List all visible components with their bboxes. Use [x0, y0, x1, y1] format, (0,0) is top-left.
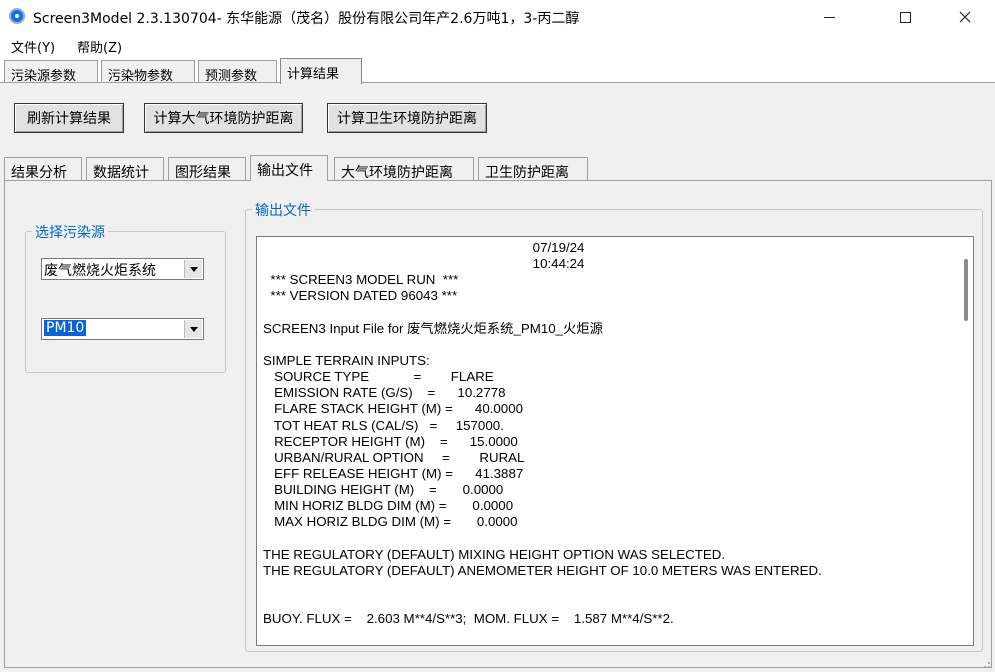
chevron-down-icon[interactable] [184, 320, 202, 338]
close-icon [959, 11, 971, 23]
maximize-icon [899, 11, 911, 23]
tab-prediction-params[interactable]: 预测参数 [198, 60, 277, 84]
output-line: SIMPLE TERRAIN INPUTS: [263, 352, 430, 368]
source-select-legend: 选择污染源 [32, 222, 108, 242]
pollution-source-select[interactable]: 废气燃烧火炬系统 [41, 258, 204, 280]
output-text-content: 07/19/24 10:44:24 *** SCREEN3 MODEL RUN … [263, 240, 822, 627]
tab-air-protection-distance[interactable]: 大气环境防护距离 [334, 157, 474, 181]
refresh-results-button[interactable]: 刷新计算结果 [14, 103, 124, 133]
output-line: EMISSION RATE (G/S) = 10.2778 [263, 385, 506, 401]
minimize-button[interactable] [806, 0, 852, 34]
output-line: *** SCREEN3 MODEL RUN *** [263, 272, 459, 288]
output-text-area[interactable]: 07/19/24 10:44:24 *** SCREEN3 MODEL RUN … [256, 236, 974, 646]
output-line: SCREEN3 Input File for 废气燃烧火炬系统_PM10_火炬源 [263, 320, 603, 336]
calc-health-protection-distance-button[interactable]: 计算卫生环境防护距离 [327, 103, 487, 133]
scrollbar-thumb[interactable] [964, 259, 968, 321]
pollutant-select[interactable]: PM10 [41, 318, 204, 340]
output-line: 10:44:24 [263, 256, 585, 272]
menu-file[interactable]: 文件(Y) [11, 37, 55, 56]
output-file-legend: 输出文件 [252, 200, 314, 220]
output-file-panel: 选择污染源 废气燃烧火炬系统 PM10 输出文件 07/19/24 10:44:… [4, 180, 992, 668]
output-line: 07/19/24 [263, 240, 585, 255]
output-line: MAX HORIZ BLDG DIM (M) = 0.0000 [263, 514, 518, 530]
source-select-group: 选择污染源 废气燃烧火炬系统 PM10 [25, 222, 226, 373]
tab-pollution-source-params[interactable]: 污染源参数 [4, 60, 98, 84]
output-line: EFF RELEASE HEIGHT (M) = 41.3887 [263, 465, 524, 481]
tab-graph-results[interactable]: 图形结果 [168, 157, 246, 181]
pollutant-value: PM10 [44, 320, 87, 336]
results-tab-strip: 结果分析 数据统计 图形结果 输出文件 大气环境防护距离 卫生防护距离 [4, 155, 992, 181]
tab-output-file[interactable]: 输出文件 [250, 155, 328, 181]
tab-calc-results[interactable]: 计算结果 [280, 58, 362, 84]
output-line: FLARE STACK HEIGHT (M) = 40.0000 [263, 401, 523, 417]
vertical-scrollbar[interactable] [959, 237, 973, 645]
tab-data-statistics[interactable]: 数据统计 [86, 157, 164, 181]
output-line: THE REGULATORY (DEFAULT) MIXING HEIGHT O… [263, 546, 726, 562]
minimize-icon [823, 16, 835, 18]
output-line: *** VERSION DATED 96043 *** [263, 288, 458, 304]
menu-bar: 文件(Y) 帮助(Z) [0, 34, 995, 56]
tab-result-analysis[interactable]: 结果分析 [4, 157, 82, 181]
pollution-source-value: 废气燃烧火炬系统 [44, 263, 156, 279]
output-line: BUOY. FLUX = 2.603 M**4/S**3; MOM. FLUX … [263, 611, 674, 627]
title-bar: Screen3Model 2.3.130704- 东华能源（茂名）股份有限公司年… [0, 0, 995, 34]
tab-health-protection-distance[interactable]: 卫生防护距离 [478, 157, 588, 181]
window-title: Screen3Model 2.3.130704- 东华能源（茂名）股份有限公司年… [33, 11, 580, 27]
menu-help[interactable]: 帮助(Z) [77, 37, 122, 56]
output-line: RECEPTOR HEIGHT (M) = 15.0000 [263, 433, 518, 449]
resize-grip-icon[interactable] [978, 656, 992, 670]
output-line: MIN HORIZ BLDG DIM (M) = 0.0000 [263, 498, 514, 514]
calc-air-protection-distance-button[interactable]: 计算大气环境防护距离 [144, 103, 303, 133]
chevron-down-icon[interactable] [184, 260, 202, 278]
output-line: URBAN/RURAL OPTION = RURAL [263, 449, 525, 465]
output-line: BUILDING HEIGHT (M) = 0.0000 [263, 482, 504, 498]
maximize-button[interactable] [882, 0, 928, 34]
close-button[interactable] [942, 0, 988, 34]
output-line: SOURCE TYPE = FLARE [263, 369, 494, 385]
tab-pollutant-params[interactable]: 污染物参数 [101, 60, 195, 84]
output-line: THE REGULATORY (DEFAULT) ANEMOMETER HEIG… [263, 562, 822, 578]
main-tab-strip: 污染源参数 污染物参数 预测参数 计算结果 [0, 56, 995, 84]
output-line: TOT HEAT RLS (CAL/S) = 157000. [263, 417, 504, 433]
output-file-group: 输出文件 07/19/24 10:44:24 *** SCREEN3 MODEL… [245, 200, 983, 652]
app-icon [9, 8, 25, 24]
